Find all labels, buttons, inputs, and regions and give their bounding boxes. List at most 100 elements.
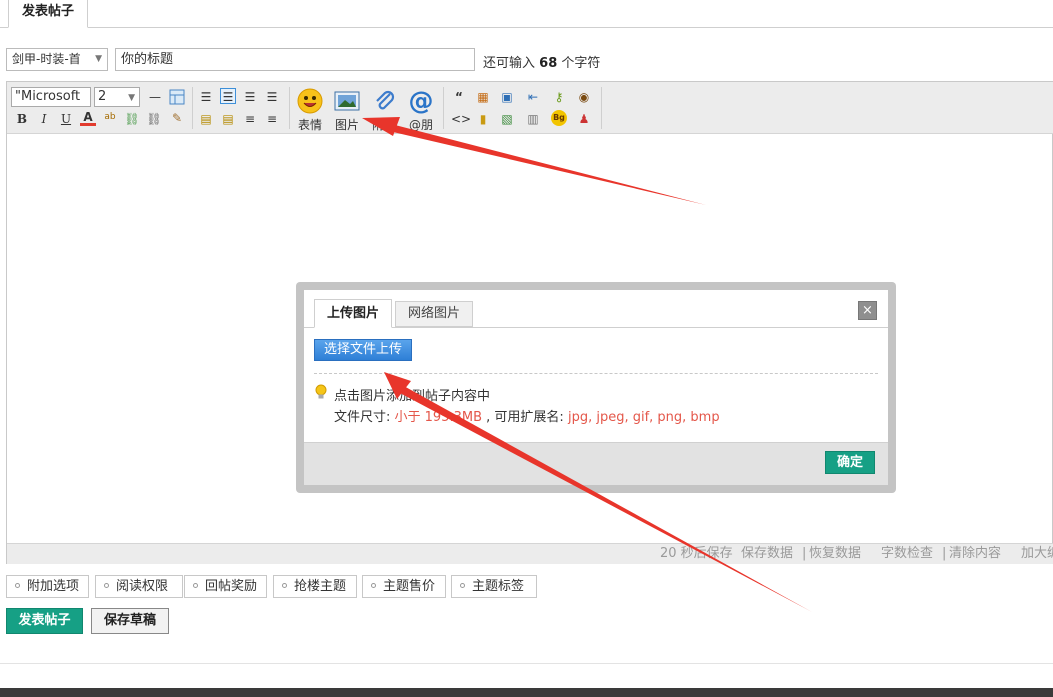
align-center-icon[interactable]: ☰ xyxy=(242,89,258,105)
top-divider xyxy=(0,27,1053,28)
align-right-icon[interactable]: ☰ xyxy=(264,89,280,105)
font-size-value: 2 xyxy=(98,89,107,104)
unordered-list-icon[interactable]: ≡ xyxy=(264,111,280,127)
code-icon[interactable]: <> xyxy=(451,111,471,127)
background-icon[interactable]: Bg xyxy=(551,110,567,126)
word-check-link[interactable]: 字数检查 xyxy=(881,544,933,564)
option-thread-tags[interactable]: 主题标签 xyxy=(451,575,537,598)
audio-icon[interactable]: ◉ xyxy=(576,89,592,105)
remain-suffix: 个字符 xyxy=(561,56,601,71)
confirm-button[interactable]: 确定 xyxy=(825,451,875,474)
footer-bar xyxy=(0,688,1053,697)
flash-icon[interactable]: ⇤ xyxy=(525,89,541,105)
option-dot-icon xyxy=(371,583,376,588)
dialog-dashed-divider xyxy=(314,373,878,374)
category-value: 剑甲-时装-首 xyxy=(12,52,81,66)
enlarge-editor-link[interactable]: 加大编辑框 xyxy=(1021,544,1053,564)
option-extra[interactable]: 附加选项 xyxy=(6,575,89,598)
table-icon-svg xyxy=(169,89,185,105)
at-friend-label[interactable]: @朋 xyxy=(404,116,438,133)
option-label: 主题标签 xyxy=(472,579,525,594)
emoji-label[interactable]: 表情 xyxy=(293,116,327,133)
attachment-label[interactable]: 附件 xyxy=(367,116,401,133)
bottom-divider xyxy=(0,663,1053,664)
emoji-icon[interactable] xyxy=(297,88,323,114)
media-icon[interactable]: ▣ xyxy=(499,89,515,105)
highlight-icon[interactable]: ab xyxy=(102,109,118,125)
option-dot-icon xyxy=(15,583,20,588)
attachment-icon[interactable] xyxy=(371,88,397,114)
title-input[interactable]: 你的标题 xyxy=(115,48,475,71)
toolbar-separator xyxy=(601,87,602,129)
tab-web-image[interactable]: 网络图片 xyxy=(395,301,473,327)
image-icon[interactable] xyxy=(334,88,360,114)
option-label: 抢楼主题 xyxy=(294,579,347,594)
upload-tip: 点击图片添加到帖子内容中 xyxy=(334,389,491,404)
image-icon-svg xyxy=(334,91,360,111)
clear-content-link[interactable]: 清除内容 xyxy=(949,544,1001,564)
category-select[interactable]: 剑甲-时装-首 ▼ xyxy=(6,48,108,71)
close-icon[interactable]: × xyxy=(858,301,877,320)
option-floor-rush[interactable]: 抢楼主题 xyxy=(273,575,357,598)
option-label: 阅读权限 xyxy=(116,579,169,594)
option-dot-icon xyxy=(193,583,198,588)
chevron-down-icon: ▼ xyxy=(95,54,102,64)
toolbar-separator xyxy=(192,87,193,129)
restore-data-link[interactable]: 恢复数据 xyxy=(809,544,861,564)
at-icon[interactable]: @ xyxy=(408,88,434,114)
tab-post-thread[interactable]: 发表帖子 xyxy=(8,0,88,28)
toolbar-separator xyxy=(289,87,290,129)
align-justify-icon[interactable]: ☰ xyxy=(220,88,236,104)
qq-icon[interactable]: ♟ xyxy=(576,111,592,127)
lightbulb-icon-svg xyxy=(315,384,327,399)
quote-icon[interactable]: “ xyxy=(451,89,467,105)
table-icon[interactable] xyxy=(169,89,185,105)
remaining-chars: 还可输入 68 个字符 xyxy=(483,52,600,71)
link-icon[interactable]: ⛓ xyxy=(124,111,140,127)
font-family-select[interactable]: "Microsoft xyxy=(11,87,91,107)
underline-icon[interactable]: U xyxy=(58,111,74,127)
remain-prefix: 还可输入 xyxy=(483,56,536,71)
remain-count: 68 xyxy=(539,56,558,71)
ordered-list-icon[interactable]: ≡ xyxy=(242,111,258,127)
upload-limits: 文件尺寸: 小于 195.3MB , 可用扩展名: jpg, jpeg, gif… xyxy=(334,406,720,425)
tab-upload-image[interactable]: 上传图片 xyxy=(314,299,392,328)
font-size-select[interactable]: 2 ▼ xyxy=(94,87,140,107)
bold-icon[interactable]: B xyxy=(14,111,30,127)
hide-icon[interactable]: ▮ xyxy=(475,111,491,127)
publish-button[interactable]: 发表帖子 xyxy=(6,608,83,634)
download-icon[interactable]: ▧ xyxy=(499,111,515,127)
option-dot-icon xyxy=(460,583,465,588)
editor-status-bar: 20 秒后保存 保存数据 | 恢复数据 字数检查 | 清除内容 加大编辑框 xyxy=(7,543,1053,564)
unlink-icon[interactable]: ⛓ xyxy=(146,111,162,127)
font-color-icon[interactable]: A xyxy=(80,109,96,126)
option-label: 附加选项 xyxy=(27,579,80,594)
ext-label: , 可用扩展名: xyxy=(486,410,564,425)
size-value: 小于 195.3MB xyxy=(394,410,483,425)
align-left-icon[interactable]: ☰ xyxy=(198,89,214,105)
option-thread-price[interactable]: 主题售价 xyxy=(362,575,446,598)
float-left-icon[interactable]: ▤ xyxy=(198,111,214,127)
save-draft-button[interactable]: 保存草稿 xyxy=(91,608,169,634)
password-icon[interactable]: ⚷ xyxy=(551,89,567,105)
image-label[interactable]: 图片 xyxy=(330,116,364,133)
option-reply-reward[interactable]: 回帖奖励 xyxy=(184,575,267,598)
choose-file-button[interactable]: 选择文件上传 xyxy=(314,339,412,361)
page-icon[interactable]: ▥ xyxy=(525,111,541,127)
lightbulb-icon xyxy=(314,384,328,400)
toolbar-separator xyxy=(443,87,444,129)
autosave-countdown: 20 秒后保存 xyxy=(660,546,733,561)
option-label: 主题售价 xyxy=(383,579,436,594)
status-separator: | xyxy=(942,546,947,561)
option-dot-icon xyxy=(282,583,287,588)
status-separator: | xyxy=(802,546,807,561)
size-label: 文件尺寸: xyxy=(334,410,391,425)
float-right-icon[interactable]: ▤ xyxy=(220,111,236,127)
option-read-permission[interactable]: 阅读权限 xyxy=(95,575,183,598)
horizontal-rule-icon[interactable]: — xyxy=(147,89,163,105)
emoji-icon-svg xyxy=(297,88,323,114)
save-data-link[interactable]: 保存数据 xyxy=(741,544,793,564)
italic-icon[interactable]: I xyxy=(36,111,52,127)
clear-format-icon[interactable]: ✎ xyxy=(169,110,185,126)
free-content-icon[interactable]: ▦ xyxy=(475,89,491,105)
